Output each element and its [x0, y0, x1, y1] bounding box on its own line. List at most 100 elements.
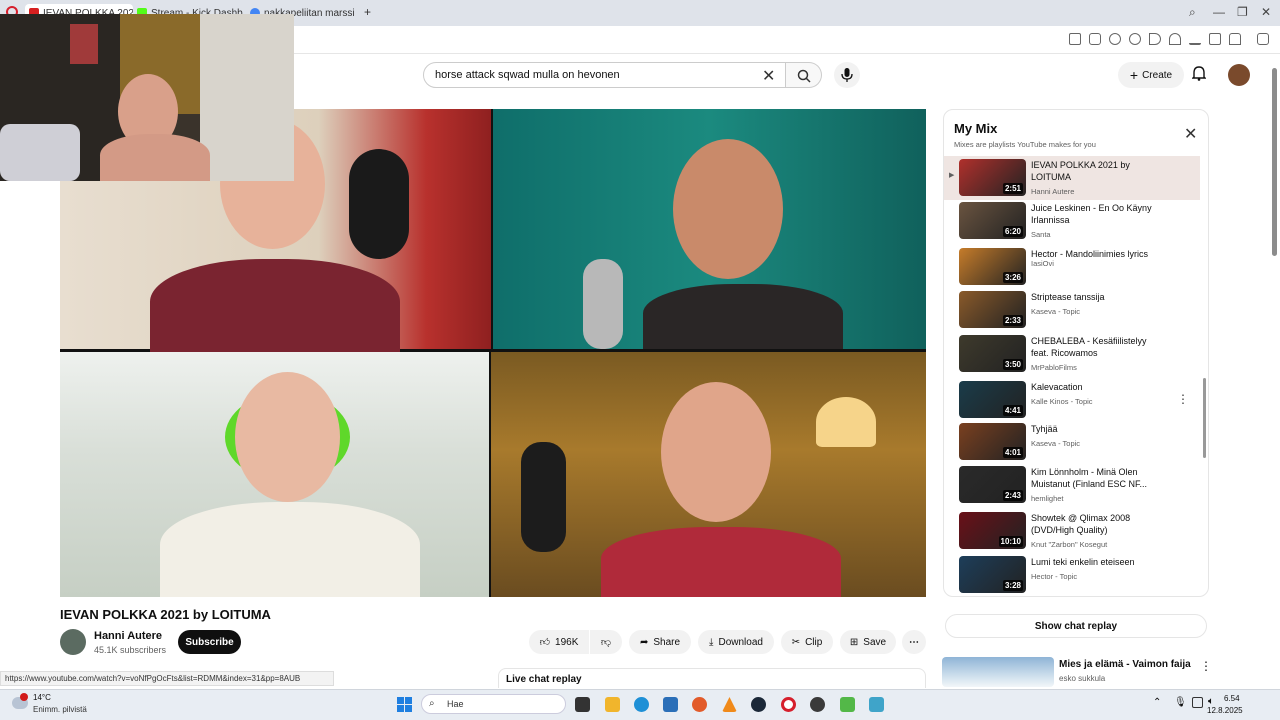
store-icon[interactable]	[663, 697, 678, 712]
profile-icon[interactable]	[1229, 33, 1241, 45]
create-button[interactable]: + Create	[1118, 62, 1184, 88]
microphone-tray-icon[interactable]: 🎙︎	[1174, 697, 1187, 708]
studio-microphone-graphic	[583, 259, 623, 349]
subscribe-button[interactable]: Subscribe	[178, 630, 241, 654]
streamer-body-graphic	[100, 134, 210, 181]
opera-icon[interactable]	[781, 697, 796, 712]
mix-item[interactable]: 10:10 Showtek @ Qlimax 2008 (DVD/High Qua…	[944, 509, 1200, 553]
singer-face-graphic	[673, 139, 783, 279]
dislike-button[interactable]: 👎︎	[590, 630, 622, 654]
recommendation-thumbnail[interactable]	[942, 657, 1054, 687]
channel-avatar[interactable]	[60, 629, 86, 655]
show-chat-replay-button[interactable]: Show chat replay	[945, 614, 1207, 638]
close-mix-icon[interactable]: ✕	[1184, 124, 1197, 144]
search-button[interactable]	[786, 62, 822, 88]
file-explorer-icon[interactable]	[605, 697, 620, 712]
extensions-icon[interactable]	[1257, 33, 1269, 45]
mix-item-title[interactable]: Kalevacation	[1031, 381, 1161, 393]
mix-item-thumbnail[interactable]: 2:51	[959, 159, 1026, 196]
more-vertical-icon[interactable]: ⋮	[1177, 392, 1189, 406]
mix-item[interactable]: 6:20 Juice Leskinen - En Oo Käyny Irlanni…	[944, 199, 1200, 243]
menu-icon[interactable]	[1209, 33, 1221, 45]
heart-icon[interactable]	[1169, 33, 1181, 45]
video-quadrant-bottom-left	[60, 352, 489, 597]
edge-icon[interactable]	[634, 697, 649, 712]
mix-item-thumbnail[interactable]: 4:01	[959, 423, 1026, 460]
tray-chevron-up-icon[interactable]: ⌃	[1153, 697, 1161, 708]
more-vertical-icon[interactable]: ⋮	[1200, 659, 1212, 673]
mix-item-thumbnail[interactable]: 4:41	[959, 381, 1026, 418]
clear-search-icon[interactable]: ✕	[762, 66, 775, 86]
network-icon[interactable]	[1192, 697, 1203, 708]
mix-item[interactable]: 4:41 Kalevacation Kalle Kinos - Topic	[944, 378, 1200, 422]
mix-item[interactable]: 3:26 Hector - Mandoliinimies lyrics IasiOv…	[944, 245, 1200, 289]
camera-icon[interactable]	[1089, 33, 1101, 45]
save-button[interactable]: ⊞ Save	[840, 630, 896, 654]
weather-description[interactable]: Enimm. pilvistä	[33, 705, 87, 714]
clock-time[interactable]: 6.54	[1224, 694, 1240, 703]
mix-item[interactable]: 3:50 CHEBALEBA - Kesäfiilistelyy feat. Ri…	[944, 332, 1200, 376]
weather-temperature[interactable]: 14°C	[33, 693, 51, 702]
restore-button[interactable]: ❐	[1237, 5, 1248, 19]
mix-item-title[interactable]: Showtek @ Qlimax 2008 (DVD/High Quality)	[1031, 512, 1161, 536]
mix-item-title[interactable]: Tyhjää	[1031, 423, 1161, 435]
mix-item-thumbnail[interactable]: 3:28	[959, 556, 1026, 593]
mix-item-thumbnail[interactable]: 6:20	[959, 202, 1026, 239]
windows-start-icon[interactable]	[397, 697, 412, 712]
new-tab-button[interactable]: +	[364, 5, 371, 19]
more-actions-button[interactable]: ⋯	[902, 630, 926, 654]
firefox-icon[interactable]	[692, 697, 707, 712]
kick-icon[interactable]	[840, 697, 855, 712]
like-button[interactable]: 👍︎ 196K	[529, 630, 589, 654]
video-quadrant-top-right	[493, 109, 926, 349]
mix-item[interactable]: 3:28 Lumi teki enkelin eteiseen Hector - T…	[944, 553, 1200, 596]
mix-item-title[interactable]: Striptease tanssija	[1031, 291, 1161, 303]
account-avatar[interactable]	[1228, 64, 1250, 86]
save-label: Save	[863, 636, 887, 648]
voice-search-button[interactable]	[834, 62, 860, 88]
shield-icon[interactable]	[1109, 33, 1121, 45]
page-scrollbar-thumb[interactable]	[1272, 68, 1277, 256]
mix-item-title[interactable]: CHEBALEBA - Kesäfiilistelyy feat. Ricowa…	[1031, 335, 1161, 359]
notification-badge	[20, 693, 28, 701]
microphone-icon	[841, 68, 853, 82]
app-icon[interactable]	[869, 697, 884, 712]
mix-item-title[interactable]: Kim Lönnholm - Minä Olen Muistanut (Finl…	[1031, 466, 1161, 490]
channel-name[interactable]: Hanni Autere	[94, 630, 162, 642]
obs-icon[interactable]	[810, 697, 825, 712]
video-player[interactable]	[60, 109, 926, 597]
search-input[interactable]: horse attack sqwad mulla on hevonen	[423, 62, 786, 88]
mix-item[interactable]: ▶ 2:51 IEVAN POLKKA 2021 by LOITUMA Hanni A…	[944, 156, 1200, 200]
mix-item-thumbnail[interactable]: 2:33	[959, 291, 1026, 328]
mix-item-title[interactable]: IEVAN POLKKA 2021 by LOITUMA	[1031, 159, 1161, 183]
steam-icon[interactable]	[751, 697, 766, 712]
share-button[interactable]: ➦ Share	[629, 630, 691, 654]
status-bar-url: https://www.youtube.com/watch?v=voNfPgOc…	[0, 671, 334, 686]
tab-search-icon[interactable]: ⌕	[1189, 5, 1196, 20]
clock-date[interactable]: 12.8.2025	[1207, 706, 1243, 715]
mix-item[interactable]: 2:33 Striptease tanssija Kaseva - Topic	[944, 288, 1200, 332]
download-icon[interactable]	[1189, 33, 1201, 45]
play-icon[interactable]	[1149, 33, 1161, 45]
mix-item-channel: hemlighet	[1031, 494, 1064, 503]
download-button[interactable]: ⤓ Download	[698, 630, 774, 654]
minimize-button[interactable]: —	[1213, 5, 1225, 19]
studio-microphone-graphic	[521, 442, 566, 552]
recommendation-title[interactable]: Mies ja elämä - Vaimon faija	[1059, 659, 1191, 670]
mix-item-title[interactable]: Lumi teki enkelin eteiseen	[1031, 556, 1161, 568]
notifications-bell-icon[interactable]	[1191, 66, 1207, 84]
clip-button[interactable]: ✂ Clip	[781, 630, 833, 654]
mix-scrollbar[interactable]	[1203, 378, 1206, 458]
mix-item-thumbnail[interactable]: 2:43	[959, 466, 1026, 503]
mix-item[interactable]: 4:01 Tyhjää Kaseva - Topic	[944, 420, 1200, 464]
share-page-icon[interactable]	[1069, 33, 1081, 45]
close-window-button[interactable]: ✕	[1261, 5, 1271, 19]
vpn-icon[interactable]	[1129, 33, 1141, 45]
taskbar-search-input[interactable]: ⌕ Hae	[421, 694, 566, 714]
mix-item-thumbnail[interactable]: 3:50	[959, 335, 1026, 372]
mix-item-thumbnail[interactable]: 3:26	[959, 248, 1026, 285]
task-view-icon[interactable]	[575, 697, 590, 712]
mix-item-thumbnail[interactable]: 10:10	[959, 512, 1026, 549]
mix-item-title[interactable]: Juice Leskinen - En Oo Käyny Irlannissa	[1031, 202, 1161, 226]
mix-item[interactable]: 2:43 Kim Lönnholm - Minä Olen Muistanut (…	[944, 463, 1200, 507]
